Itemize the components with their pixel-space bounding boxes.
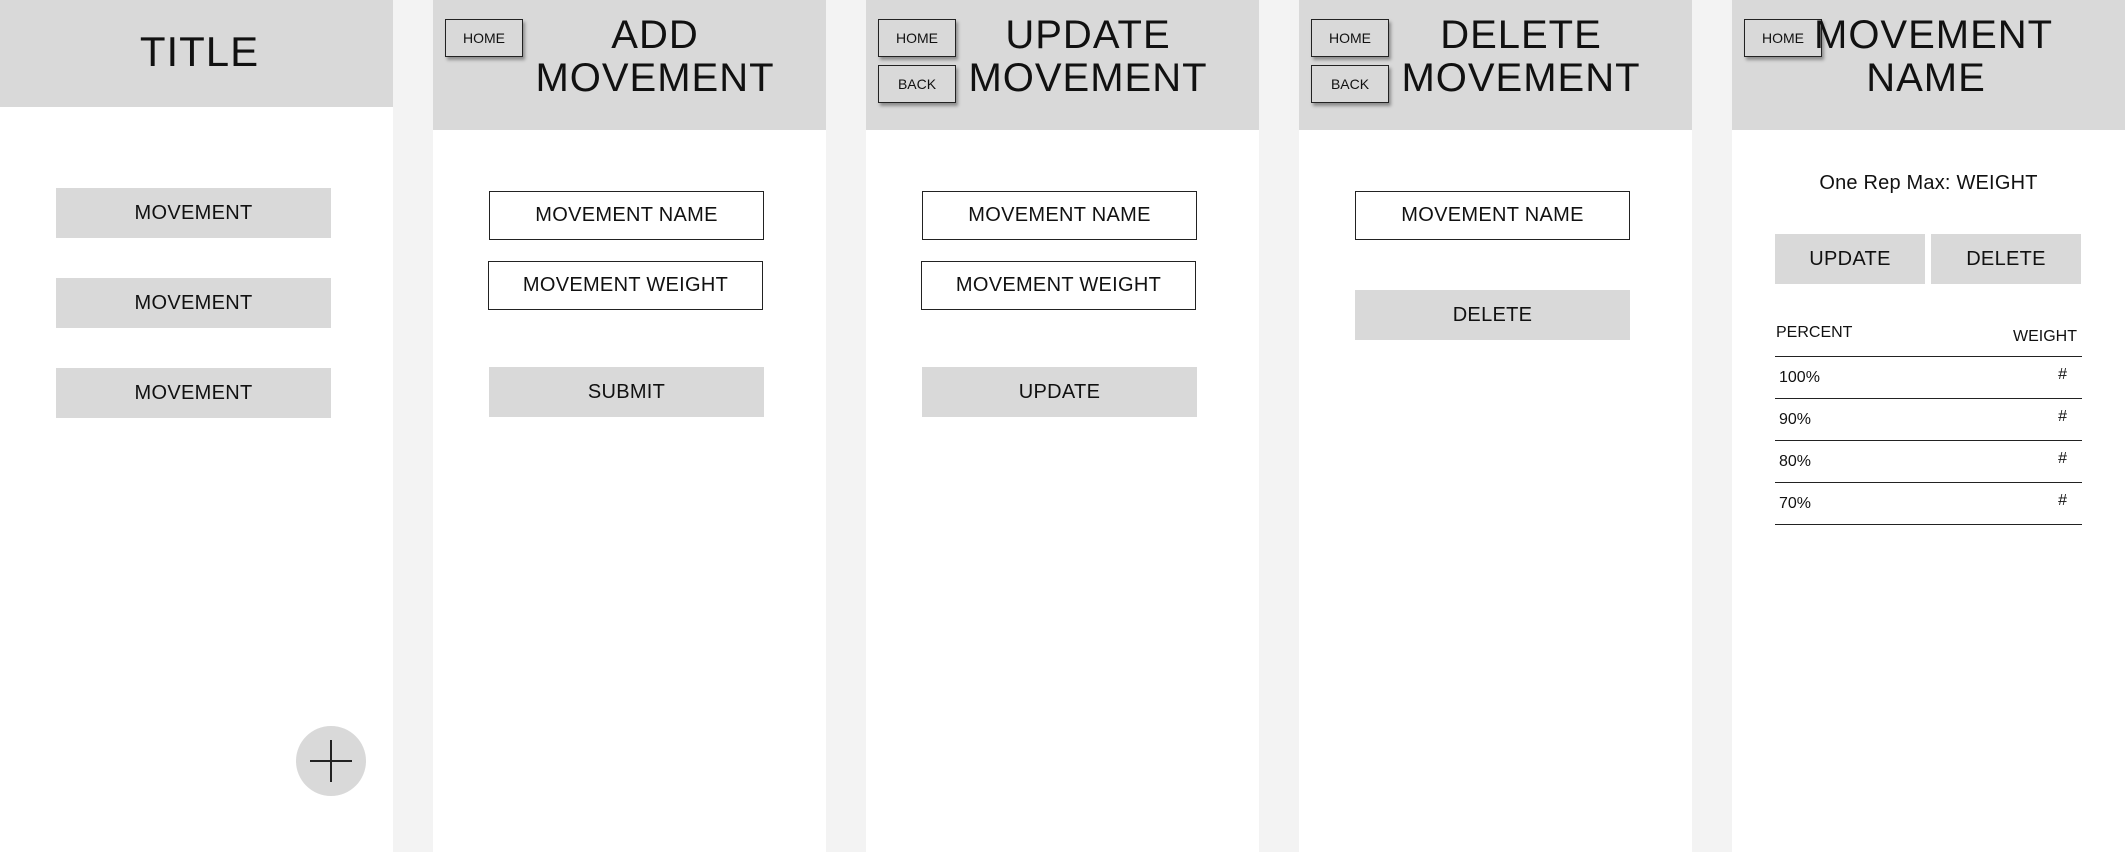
- add-header: HOME ADD MOVEMENT: [433, 0, 826, 130]
- back-button[interactable]: BACK: [878, 65, 956, 103]
- update-button[interactable]: UPDATE: [922, 367, 1197, 417]
- movement-detail-screen: HOME MOVEMENT NAME One Rep Max: WEIGHT U…: [1732, 0, 2125, 852]
- movement-weight-field[interactable]: MOVEMENT WEIGHT: [488, 261, 763, 310]
- delete-button[interactable]: DELETE: [1355, 290, 1630, 340]
- detail-header: HOME MOVEMENT NAME: [1732, 0, 2125, 130]
- movement-name-field[interactable]: MOVEMENT NAME: [922, 191, 1197, 240]
- movement-weight-field[interactable]: MOVEMENT WEIGHT: [921, 261, 1196, 310]
- delete-movement-screen: HOME BACK DELETE MOVEMENT MOVEMENT NAME …: [1299, 0, 1692, 852]
- movement-item-2[interactable]: MOVEMENT: [56, 278, 331, 328]
- weight-cell: #: [2058, 408, 2067, 425]
- delete-button[interactable]: DELETE: [1931, 234, 2081, 284]
- one-rep-max-label: One Rep Max: WEIGHT: [1819, 172, 2038, 194]
- percent-cell: 80%: [1779, 453, 1812, 470]
- home-screen: TITLE MOVEMENT MOVEMENT MOVEMENT: [0, 0, 393, 852]
- update-movement-screen: HOME BACK UPDATE MOVEMENT MOVEMENT NAME …: [866, 0, 1259, 852]
- movement-item-3[interactable]: MOVEMENT: [56, 368, 331, 418]
- table-row: 80% #: [1775, 441, 2082, 483]
- percent-cell: 70%: [1779, 495, 1812, 512]
- add-movement-screen: HOME ADD MOVEMENT MOVEMENT NAME MOVEMENT…: [433, 0, 826, 852]
- weight-cell: #: [2058, 366, 2067, 383]
- update-header: HOME BACK UPDATE MOVEMENT: [866, 0, 1259, 130]
- back-button[interactable]: BACK: [1311, 65, 1389, 103]
- weight-cell: #: [2058, 450, 2067, 467]
- home-button[interactable]: HOME: [445, 19, 523, 57]
- home-header: TITLE: [0, 0, 393, 107]
- weight-cell: #: [2058, 492, 2067, 509]
- add-movement-button[interactable]: [296, 726, 366, 796]
- percent-header: PERCENT: [1776, 324, 1853, 341]
- table-row: 70% #: [1775, 483, 2082, 525]
- detail-title: MOVEMENT NAME: [1814, 13, 2054, 100]
- percent-table: PERCENT WEIGHT 100% # 90% # 80% # 70% #: [1775, 318, 2082, 525]
- update-button[interactable]: UPDATE: [1775, 234, 1925, 284]
- table-header: PERCENT WEIGHT: [1775, 318, 2082, 357]
- movement-name-field[interactable]: MOVEMENT NAME: [489, 191, 764, 240]
- percent-cell: 90%: [1779, 411, 1812, 428]
- update-title: UPDATE MOVEMENT: [968, 13, 1208, 100]
- percent-cell: 100%: [1779, 369, 1820, 386]
- delete-title: DELETE MOVEMENT: [1401, 13, 1641, 100]
- movement-name-field[interactable]: MOVEMENT NAME: [1355, 191, 1630, 240]
- home-title: TITLE: [139, 28, 260, 75]
- table-row: 100% #: [1775, 357, 2082, 399]
- submit-button[interactable]: SUBMIT: [489, 367, 764, 417]
- home-button[interactable]: HOME: [1311, 19, 1389, 57]
- add-title: ADD MOVEMENT: [535, 13, 775, 100]
- delete-header: HOME BACK DELETE MOVEMENT: [1299, 0, 1692, 130]
- table-row: 90% #: [1775, 399, 2082, 441]
- home-button[interactable]: HOME: [1744, 19, 1822, 57]
- home-button[interactable]: HOME: [878, 19, 956, 57]
- movement-item-1[interactable]: MOVEMENT: [56, 188, 331, 238]
- weight-header: WEIGHT: [2013, 328, 2077, 345]
